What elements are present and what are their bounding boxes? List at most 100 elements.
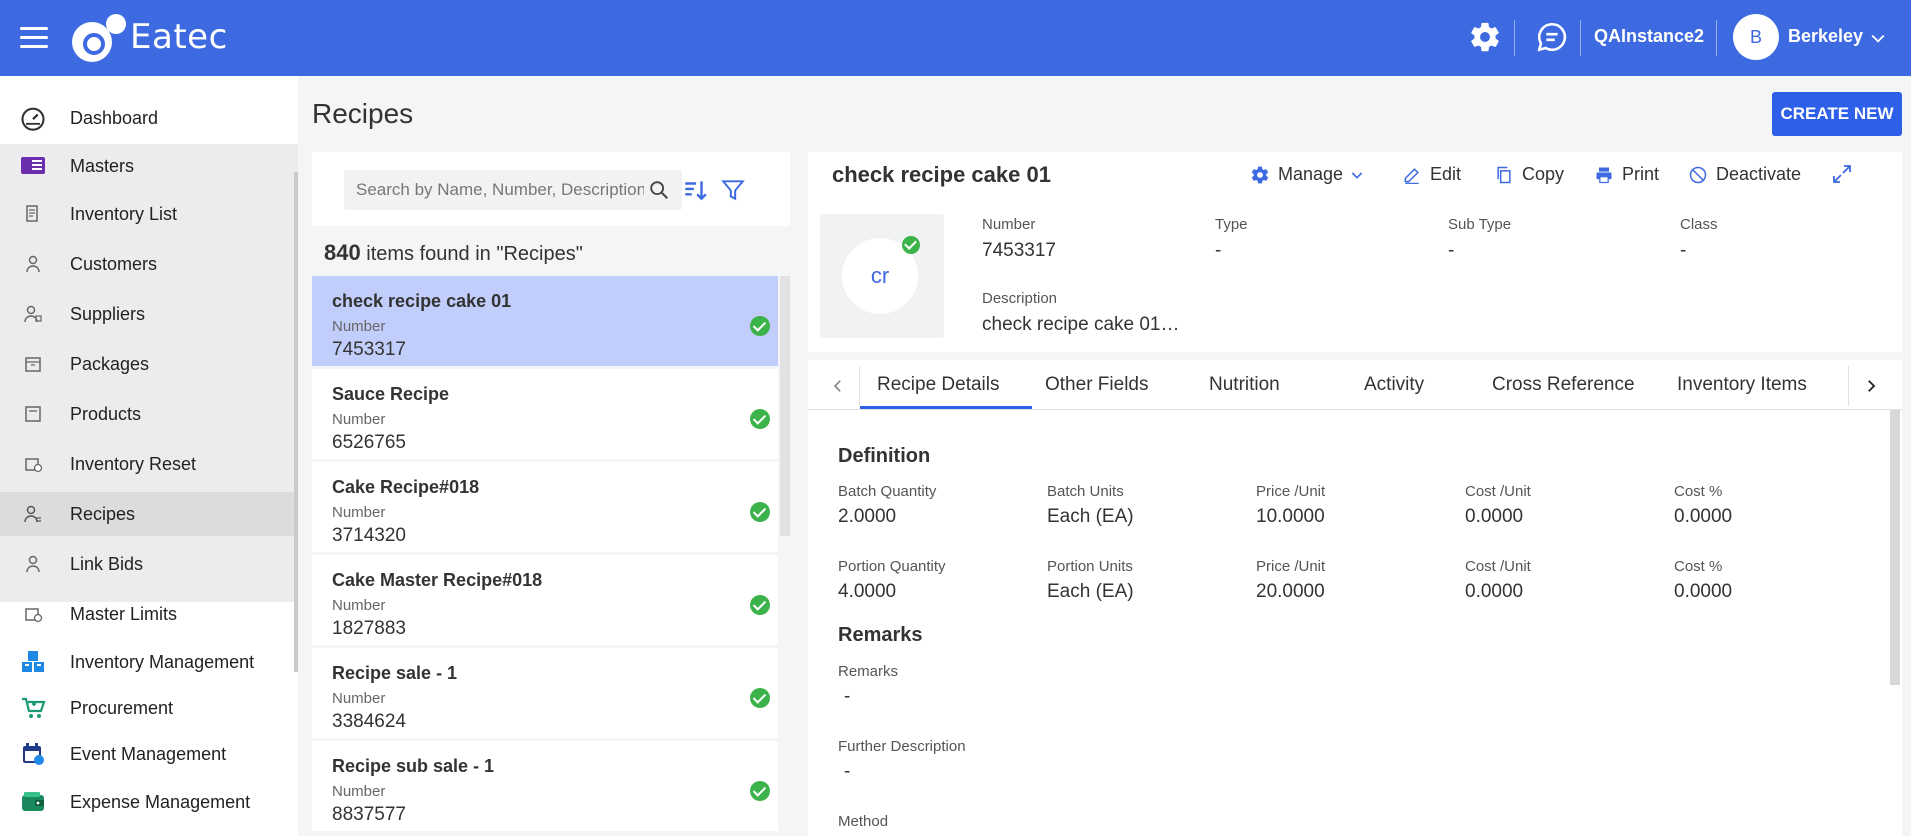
menu-icon[interactable]	[20, 27, 48, 49]
list-item[interactable]: check recipe cake 01 Number 7453317	[312, 276, 778, 366]
tab-cross-reference[interactable]: Cross Reference	[1492, 374, 1635, 396]
filter-icon[interactable]	[720, 177, 746, 203]
search-field	[344, 170, 682, 210]
list-scrollbar[interactable]	[780, 276, 790, 536]
expense-management-icon	[18, 787, 48, 817]
manage-button[interactable]: Manage	[1250, 164, 1373, 185]
sidebar-item-products[interactable]: Products	[0, 392, 298, 436]
batch-units-value: Each (EA)	[1047, 506, 1134, 527]
sidebar-item-inventory-management[interactable]: Inventory Management	[0, 640, 298, 684]
search-icon[interactable]	[648, 179, 670, 201]
list-item[interactable]: Cake Recipe#018 Number 3714320	[312, 462, 778, 552]
list-item[interactable]: Cake Master Recipe#018 Number 1827883	[312, 555, 778, 645]
sidebar-item-label: Master Limits	[70, 603, 178, 624]
sidebar-item-procurement[interactable]: Procurement	[0, 686, 298, 730]
tab-recipe-details[interactable]: Recipe Details	[877, 374, 1000, 396]
batch-units-label: Batch Units	[1047, 483, 1124, 500]
sort-icon[interactable]	[682, 177, 708, 203]
type-label: Type	[1215, 216, 1248, 233]
divider	[1716, 20, 1717, 56]
sidebar-item-packages[interactable]: Packages	[0, 342, 298, 386]
customers-icon	[18, 249, 48, 279]
sidebar-item-label: Products	[70, 403, 142, 424]
tab-scroll-left[interactable]	[816, 366, 860, 406]
create-new-button[interactable]: CREATE NEW	[1772, 92, 1902, 136]
sidebar-item-inventory-reset[interactable]: Inventory Reset	[0, 442, 298, 486]
sidebar-item-label: Suppliers	[70, 303, 146, 324]
tab-nutrition[interactable]: Nutrition	[1209, 374, 1280, 396]
item-number: 7453317	[332, 339, 406, 360]
remarks-value: -	[844, 686, 851, 707]
method-label: Method	[838, 813, 889, 830]
sidebar-item-inventory-list[interactable]: Inventory List	[0, 192, 298, 236]
sidebar-item-link-bids[interactable]: Link Bids	[0, 542, 298, 586]
sidebar-item-suppliers[interactable]: Suppliers	[0, 292, 298, 336]
sidebar-item-event-management[interactable]: Event Management	[0, 732, 298, 776]
results-suffix: items found in "Recipes"	[360, 243, 583, 265]
tab-inventory-items[interactable]: Inventory Items	[1677, 374, 1807, 396]
details-scrollbar[interactable]	[1890, 410, 1900, 685]
list-item[interactable]: Recipe sale - 1 Number 3384624	[312, 648, 778, 738]
portion-units-value: Each (EA)	[1047, 581, 1134, 602]
list-item[interactable]: Sauce Recipe Number 6526765	[312, 369, 778, 459]
chat-icon[interactable]	[1535, 20, 1569, 54]
search-input[interactable]	[356, 170, 644, 210]
copy-icon	[1497, 166, 1511, 183]
avatar[interactable]: B	[1733, 14, 1779, 60]
active-check-icon	[750, 595, 770, 615]
gear-icon[interactable]	[1468, 20, 1502, 54]
deactivate-button[interactable]: Deactivate	[1688, 164, 1801, 185]
chevron-left-icon	[833, 380, 841, 392]
active-check-icon	[902, 236, 920, 254]
logo[interactable]: Eatec	[72, 12, 228, 62]
copy-button[interactable]: Copy	[1494, 164, 1564, 185]
item-number: 8837577	[332, 804, 406, 825]
definition-heading: Definition	[838, 445, 931, 467]
sidebar-item-recipes[interactable]: Recipes	[0, 492, 298, 536]
subtype-value: -	[1448, 240, 1455, 261]
block-icon	[1689, 166, 1707, 183]
portion-price-unit-label: Price /Unit	[1256, 558, 1326, 575]
dashboard-icon	[18, 103, 48, 133]
description-label: Description	[982, 290, 1058, 307]
portion-quantity-value: 4.0000	[838, 581, 897, 602]
number-value: 7453317	[982, 240, 1056, 261]
sidebar-item-dashboard[interactable]: Dashboard	[0, 96, 298, 140]
list-item[interactable]: Recipe sub sale - 1 Number 8837577	[312, 741, 778, 831]
copy-label: Copy	[1522, 164, 1565, 184]
sidebar-item-label: Inventory Reset	[70, 453, 197, 474]
price-unit-value: 10.0000	[1256, 506, 1325, 527]
detail-tabs: Recipe Details Other Fields Nutrition Ac…	[808, 360, 1902, 410]
instance-name[interactable]: QAInstance2	[1594, 26, 1704, 47]
tab-activity[interactable]: Activity	[1364, 374, 1424, 396]
batch-quantity-label: Batch Quantity	[838, 483, 937, 500]
products-icon	[18, 399, 48, 429]
inventory-list-icon	[18, 199, 48, 229]
sidebar-scrollbar[interactable]	[294, 172, 298, 672]
sidebar-item-expense-management[interactable]: Expense Management	[0, 780, 298, 824]
portion-cost-percent-value: 0.0000	[1674, 581, 1733, 602]
search-panel	[312, 152, 790, 226]
cost-percent-value: 0.0000	[1674, 506, 1733, 527]
sidebar-item-label: Masters	[70, 155, 135, 176]
item-number-label: Number	[332, 318, 386, 335]
item-number: 3384624	[332, 711, 406, 732]
tab-scroll-right[interactable]	[1848, 366, 1892, 406]
class-value: -	[1680, 240, 1687, 261]
event-management-icon	[18, 739, 48, 769]
edit-button[interactable]: Edit	[1402, 164, 1461, 185]
cost-unit-value: 0.0000	[1465, 506, 1524, 527]
chevron-down-icon[interactable]	[1868, 28, 1888, 48]
portion-quantity-label: Portion Quantity	[838, 558, 946, 575]
expand-icon[interactable]	[1830, 162, 1854, 186]
results-count: 840 items found in "Recipes"	[324, 240, 583, 266]
item-number-label: Number	[332, 783, 386, 800]
sidebar-item-master-limits[interactable]: Master Limits	[0, 592, 298, 636]
cost-unit-label: Cost /Unit	[1465, 483, 1531, 500]
print-button[interactable]: Print	[1594, 164, 1659, 185]
sidebar-item-customers[interactable]: Customers	[0, 242, 298, 286]
sidebar-item-label: Inventory List	[70, 203, 178, 224]
sidebar-item-masters[interactable]: Masters	[0, 144, 298, 188]
tab-other-fields[interactable]: Other Fields	[1045, 374, 1148, 396]
user-name[interactable]: Berkeley	[1788, 26, 1863, 47]
